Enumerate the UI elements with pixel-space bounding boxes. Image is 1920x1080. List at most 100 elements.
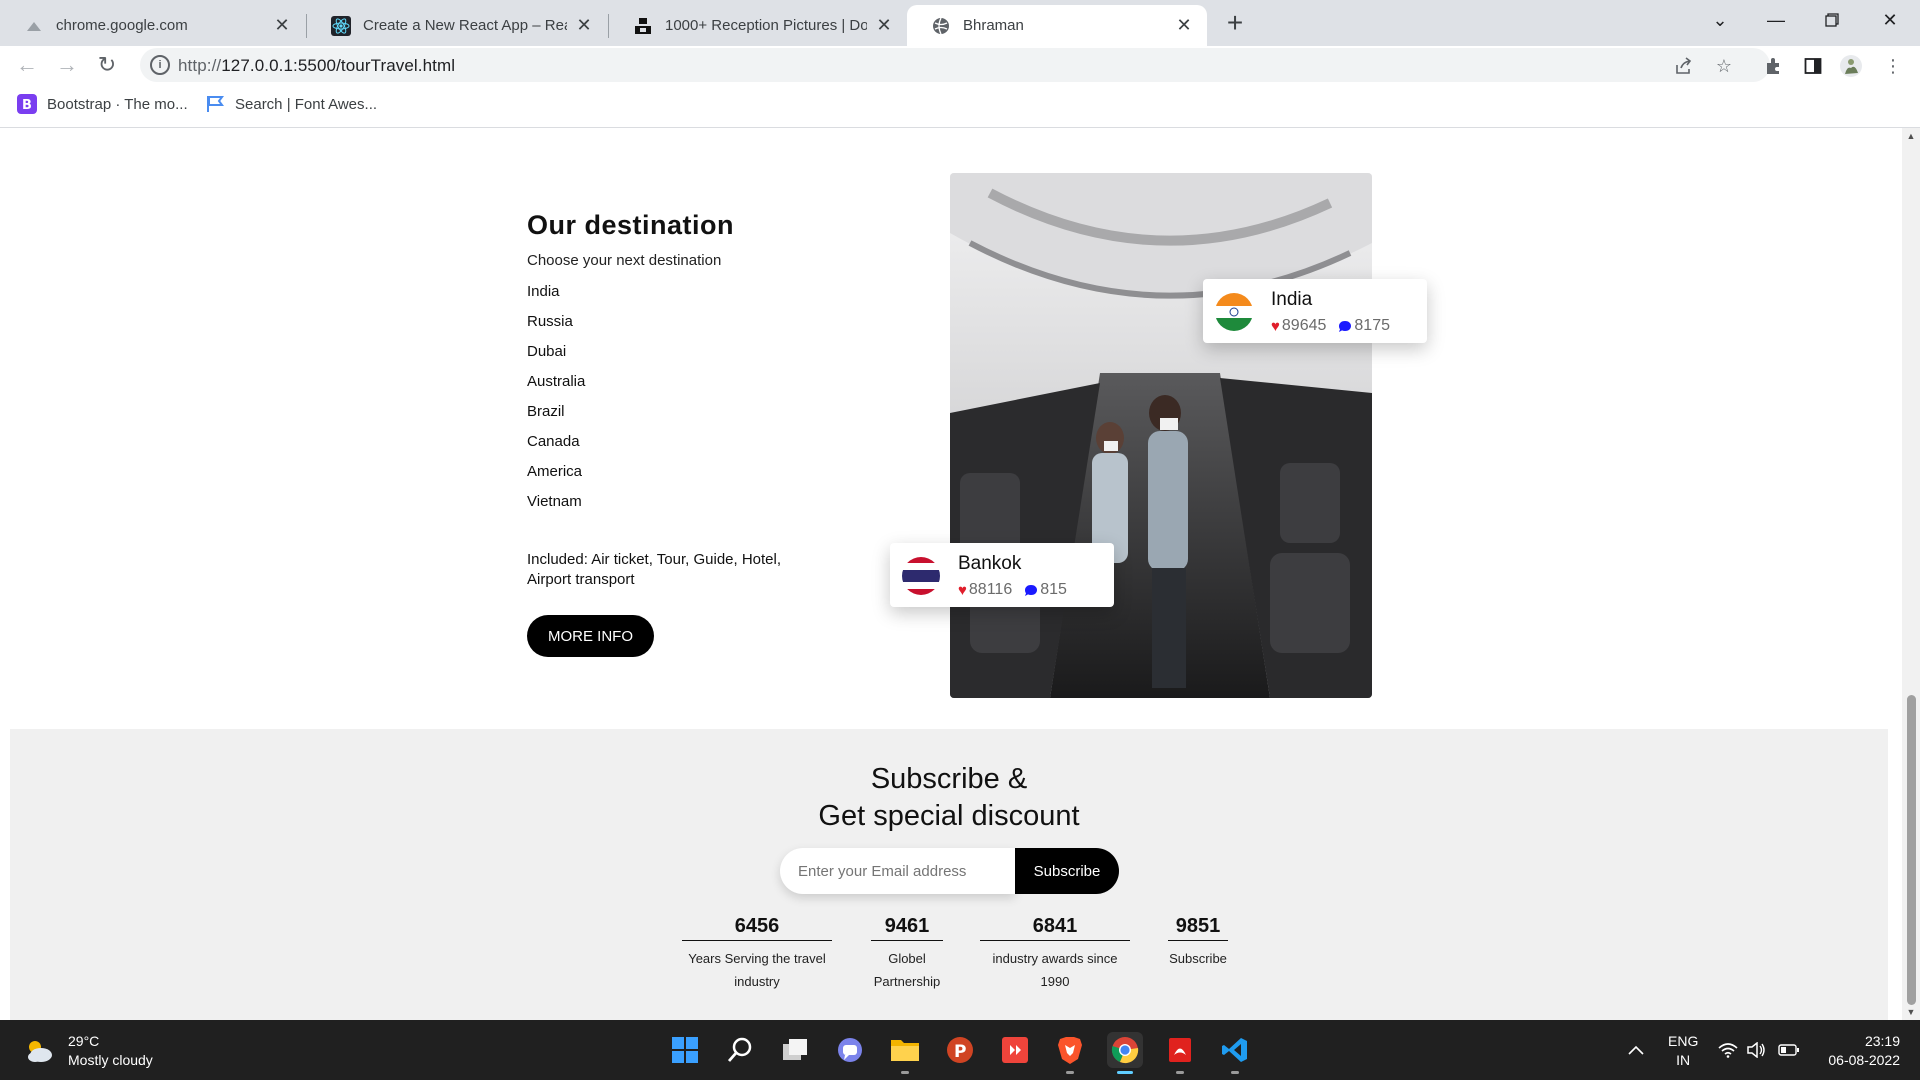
new-tab-button[interactable]: +	[1218, 6, 1252, 40]
stat-label: Years Serving the travel industry	[688, 951, 826, 989]
bootstrap-icon: B	[17, 94, 37, 114]
india-card[interactable]: India ♥ 89645 8175	[1203, 279, 1427, 343]
close-tab-icon[interactable]: ✕	[873, 15, 895, 37]
close-tab-icon[interactable]: ✕	[573, 15, 595, 37]
destination-item: Canada	[527, 433, 580, 450]
svg-text:P: P	[954, 1042, 966, 1062]
unsplash-icon	[633, 16, 653, 36]
tab-react[interactable]: Create a New React App – React ✕	[307, 5, 607, 46]
side-panel-icon[interactable]	[1800, 53, 1826, 79]
thailand-flag-icon	[902, 557, 940, 595]
close-window-icon[interactable]: ✕	[1862, 0, 1918, 40]
destination-item: Vietnam	[527, 493, 582, 510]
minimize-icon[interactable]: —	[1748, 0, 1804, 40]
search-icon[interactable]	[722, 1032, 758, 1068]
brave-browser-icon[interactable]	[1052, 1032, 1088, 1074]
tab-bhraman[interactable]: Bhraman ✕	[907, 5, 1207, 46]
stat-value: 9851	[1168, 915, 1228, 941]
subscribe-form: Subscribe	[780, 848, 1129, 894]
subscribe-title: Subscribe & Get special discount	[818, 763, 1080, 832]
powerpoint-icon[interactable]: P	[942, 1032, 978, 1068]
restore-icon[interactable]	[1804, 0, 1860, 40]
chrome-menu-icon[interactable]: ⋮	[1880, 53, 1906, 79]
show-hidden-icons-icon[interactable]	[1628, 1020, 1644, 1080]
adobe-reader-icon[interactable]	[1162, 1032, 1198, 1074]
url-text: http://127.0.0.1:5500/tourTravel.html	[178, 56, 456, 75]
battery-icon[interactable]	[1778, 1020, 1800, 1080]
anydesk-icon[interactable]	[997, 1032, 1033, 1068]
svg-text:B: B	[22, 98, 32, 113]
close-tab-icon[interactable]: ✕	[1173, 15, 1195, 37]
font-awesome-flag-icon	[205, 94, 225, 114]
bookmark-bootstrap[interactable]: B Bootstrap · The mo...	[17, 94, 188, 114]
profile-avatar[interactable]	[1838, 53, 1864, 79]
windows-start-icon[interactable]	[667, 1032, 703, 1068]
heart-icon: ♥	[1271, 317, 1280, 335]
chrome-taskbar-icon[interactable]	[1107, 1032, 1143, 1074]
scroll-up-icon[interactable]: ▲	[1902, 128, 1920, 144]
tab-title: 1000+ Reception Pictures | Down	[665, 17, 867, 34]
airplane-cabin-photo	[950, 173, 1372, 698]
stat-partnership: 9461 Globel Partnership	[867, 915, 947, 993]
chrome-webstore-icon	[24, 16, 44, 36]
tab-unsplash[interactable]: 1000+ Reception Pictures | Down ✕	[609, 5, 907, 46]
cloudy-weather-icon	[28, 1041, 52, 1062]
tab-title: Bhraman	[963, 17, 1024, 34]
share-icon[interactable]	[1672, 54, 1696, 78]
stat-subscribe: 9851 Subscribe	[1163, 915, 1233, 970]
date: 06-08-2022	[1828, 1052, 1900, 1068]
destination-item: Dubai	[527, 343, 567, 360]
site-info-icon[interactable]: i	[150, 55, 170, 75]
globe-icon	[931, 16, 951, 36]
task-view-icon[interactable]	[777, 1032, 813, 1068]
system-clock[interactable]: 23:19 06-08-2022	[1810, 1032, 1900, 1070]
teams-chat-icon[interactable]	[832, 1032, 868, 1068]
page-scrollbar[interactable]: ▲ ▼	[1902, 128, 1920, 1020]
weather-condition: Mostly cloudy	[68, 1052, 153, 1068]
temperature: 29°C	[68, 1033, 100, 1049]
more-info-button[interactable]: MORE INFO	[527, 615, 654, 657]
address-bar[interactable]: i http://127.0.0.1:5500/tourTravel.html …	[140, 48, 1770, 82]
extensions-icon[interactable]	[1760, 53, 1786, 79]
react-icon	[331, 15, 351, 36]
likes-count: 89645	[1281, 317, 1327, 334]
heart-icon: ♥	[958, 581, 967, 599]
tab-search-icon[interactable]: ⌄	[1692, 0, 1748, 40]
bookmark-font-awesome[interactable]: Search | Font Awes...	[205, 94, 377, 114]
bookmark-star-icon[interactable]: ☆	[1712, 54, 1736, 78]
tab-title: chrome.google.com	[56, 17, 188, 34]
volume-icon[interactable]	[1746, 1020, 1766, 1080]
card-country-name: India	[1271, 289, 1313, 310]
weather-widget[interactable]: 29°C Mostly cloudy	[24, 1032, 153, 1070]
destination-item: India	[527, 283, 560, 300]
wifi-icon[interactable]	[1718, 1020, 1738, 1080]
file-explorer-icon[interactable]	[887, 1032, 923, 1074]
back-icon[interactable]: ←	[11, 49, 43, 81]
vscode-icon[interactable]	[1217, 1032, 1253, 1074]
india-flag-icon	[1215, 293, 1253, 331]
stat-value: 9461	[871, 915, 943, 941]
card-country-name: Bankok	[958, 553, 1022, 574]
destination-item: America	[527, 463, 583, 480]
stat-label: Subscribe	[1169, 951, 1227, 966]
bankok-card[interactable]: Bankok ♥ 88116 815	[890, 543, 1114, 607]
tab-chrome-webstore[interactable]: chrome.google.com ✕	[0, 5, 305, 46]
scrollbar-thumb[interactable]	[1907, 695, 1916, 1005]
likes-count: 88116	[968, 581, 1013, 598]
close-tab-icon[interactable]: ✕	[271, 15, 293, 37]
forward-icon[interactable]: →	[51, 49, 83, 81]
language-indicator[interactable]: ENG IN	[1668, 1032, 1698, 1070]
subscribe-button[interactable]: Subscribe	[1015, 848, 1119, 894]
destination-subtitle: Choose your next destination	[527, 252, 722, 269]
card-stats: ♥ 88116 815	[958, 581, 1067, 599]
destination-item: Brazil	[527, 403, 565, 420]
destination-item: Russia	[527, 313, 573, 330]
scroll-down-icon[interactable]: ▼	[1902, 1004, 1920, 1020]
comment-icon	[1025, 584, 1038, 596]
email-input[interactable]	[780, 848, 1015, 894]
windows-taskbar: 29°C Mostly cloudy P ENG IN 23:19 06-08-…	[0, 1020, 1920, 1080]
tab-strip: chrome.google.com ✕ Create a New React A…	[0, 0, 1920, 46]
destination-item: Australia	[527, 373, 586, 390]
reload-icon[interactable]: ↻	[91, 49, 123, 81]
time: 23:19	[1864, 1033, 1900, 1049]
